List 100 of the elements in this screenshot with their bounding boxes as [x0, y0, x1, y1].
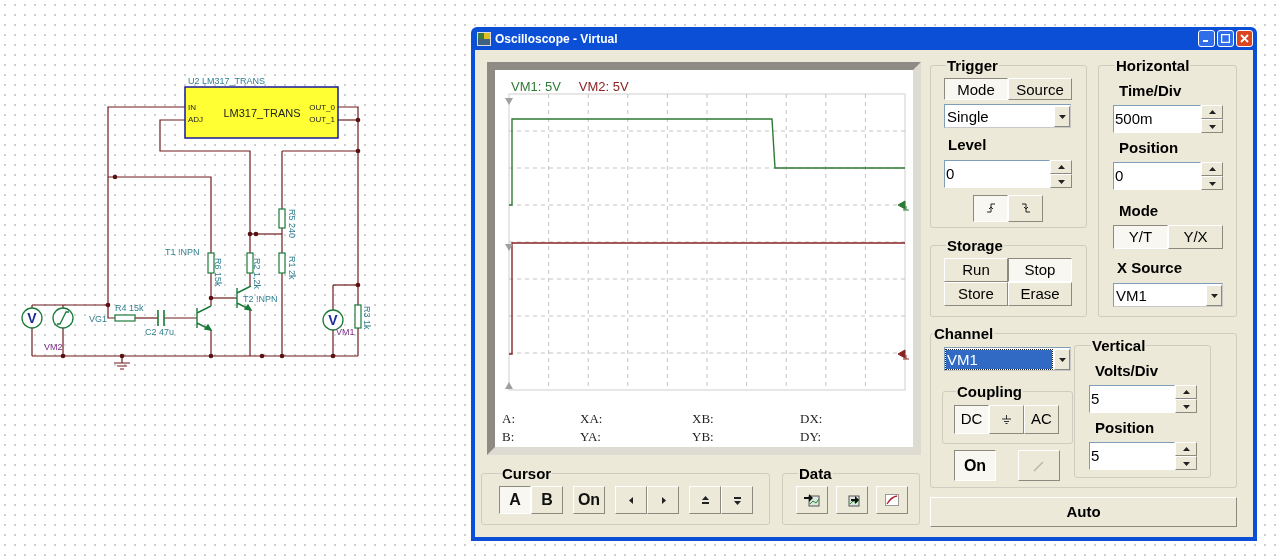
channel-label: VM1: 5V [511, 79, 561, 93]
dropdown[interactable]: VM1 [944, 347, 1071, 371]
spin-up-button[interactable] [1201, 162, 1223, 176]
caret-up-icon [1207, 107, 1217, 117]
storage-button[interactable]: Run [944, 258, 1008, 282]
component-label: R5 240 [287, 209, 297, 239]
resistor [354, 304, 362, 329]
ground-marker-icon [897, 200, 910, 211]
chip-title: U2 LM317_TRANS [188, 76, 266, 86]
component-label: T2 !NPN [243, 294, 278, 304]
data-button[interactable] [796, 486, 828, 514]
pin-label: IN [188, 103, 196, 112]
readout-label: YB: [692, 429, 715, 444]
spin-up-button[interactable] [1201, 105, 1223, 119]
pin-label: ADJ [188, 115, 204, 124]
field-label: Position [1094, 419, 1156, 436]
junction-dot [208, 295, 214, 301]
spin-down-button[interactable] [1175, 399, 1197, 413]
coupling-button[interactable] [989, 405, 1024, 434]
group-title: Horizontal [1115, 57, 1191, 74]
storage-button[interactable]: Erase [1008, 282, 1072, 306]
resistor [207, 252, 215, 274]
triangle-up-icon [700, 495, 710, 505]
readout-label: DX: [800, 411, 824, 426]
mode-button[interactable]: Y/X [1168, 225, 1223, 249]
window-title: Oscilloscope - Virtual [495, 30, 618, 48]
group-title: Trigger [946, 57, 999, 74]
triangle-left-icon [626, 495, 636, 505]
minimize-button[interactable] [1198, 30, 1215, 47]
data-button[interactable] [836, 486, 868, 514]
close-icon [1240, 34, 1249, 43]
number-field[interactable]: 0 [1113, 162, 1201, 190]
junction-dot [119, 353, 125, 359]
spin-down-button[interactable] [1050, 174, 1072, 188]
spin-up-button[interactable] [1050, 160, 1072, 174]
readout-label: YA: [580, 429, 602, 444]
resistor [278, 208, 286, 229]
component-label: R1 2k [287, 256, 297, 280]
component-label: R2 1,2k [252, 258, 262, 290]
caret-up-icon [1207, 164, 1217, 174]
transistor [196, 305, 213, 331]
coupling-button[interactable]: DC [954, 405, 989, 434]
slope-button[interactable] [973, 195, 1008, 222]
group-title: Coupling [956, 383, 1023, 400]
wire [249, 272, 251, 288]
chip-name: LM317_TRANS [223, 107, 301, 119]
dropdown-arrow-button[interactable] [1054, 105, 1070, 127]
component-label: C2 47u [145, 327, 175, 337]
junction-dot [279, 353, 285, 359]
spin-down-button[interactable] [1201, 119, 1223, 133]
spin-down-button[interactable] [1175, 456, 1197, 470]
cursor-button[interactable] [721, 486, 753, 514]
storage-button[interactable]: Stop [1008, 258, 1072, 282]
cursor-button[interactable]: B [531, 486, 563, 514]
component-label: VM2 [44, 342, 63, 352]
signal-source [52, 307, 74, 329]
maximize-button[interactable] [1217, 30, 1234, 47]
number-field[interactable]: 500m [1113, 105, 1201, 133]
cursor-button[interactable] [689, 486, 721, 514]
spin-down-button[interactable] [1201, 176, 1223, 190]
auto-button[interactable]: Auto [930, 497, 1237, 527]
transistor [236, 285, 253, 311]
mode-button[interactable]: Y/T [1113, 225, 1168, 249]
junction-dot [330, 353, 336, 359]
rising-edge-icon [986, 203, 995, 214]
group-title: Cursor [501, 465, 553, 482]
coupling-button[interactable]: AC [1024, 405, 1059, 434]
dropdown[interactable]: Single [944, 104, 1071, 128]
tab[interactable]: Mode [944, 78, 1008, 100]
pen-icon [1033, 459, 1045, 472]
caret-up-icon [1056, 162, 1066, 172]
spin-up-button[interactable] [1175, 442, 1197, 456]
group-title: Channel [933, 325, 995, 342]
number-field[interactable]: 5 [1089, 385, 1175, 413]
junction-dot [355, 117, 361, 123]
meter-symbol: V [27, 310, 37, 326]
spin-up-button[interactable] [1175, 385, 1197, 399]
dropdown[interactable]: VM1 [1113, 283, 1223, 307]
number-field[interactable]: 0 [944, 160, 1050, 188]
tab[interactable]: Source [1008, 78, 1072, 100]
voltmeter [322, 309, 344, 331]
readout-label: XA: [580, 411, 604, 426]
dropdown-arrow-button[interactable] [1206, 284, 1222, 306]
cursor-button[interactable]: A [499, 486, 531, 514]
readout-label: DY: [800, 429, 823, 444]
component-label: T1 !NPN [165, 247, 200, 257]
field-label: Mode [1118, 202, 1160, 219]
close-button[interactable] [1236, 30, 1253, 47]
dropdown-arrow-button[interactable] [1054, 348, 1070, 370]
component-label: VG1 [89, 314, 107, 324]
on-button[interactable]: On [954, 450, 996, 481]
storage-button[interactable]: Store [944, 282, 1008, 306]
field-label: Level [947, 136, 988, 153]
readout-label: XB: [692, 411, 715, 426]
pin-label: OUT_0 [309, 103, 335, 112]
group-title: Data [798, 465, 833, 482]
cursor-button[interactable]: On [573, 486, 605, 514]
number-field[interactable]: 5 [1089, 442, 1175, 470]
resistor [246, 252, 254, 274]
position-marker-icon [505, 244, 513, 251]
